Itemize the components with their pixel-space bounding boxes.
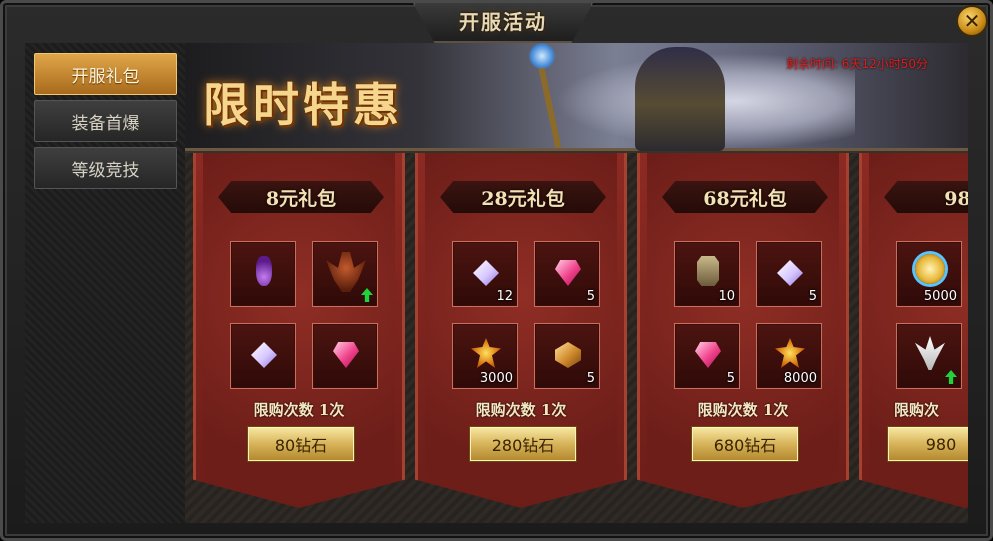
title-plate: 开服活动 [413,3,593,43]
item-slot[interactable] [312,323,378,389]
pack-title: 8元礼包 [265,187,337,210]
countdown-text: 剩余时间: 6天12小时50分 [785,57,928,71]
white-gem-icon [777,260,803,286]
demon-wings-icon [326,252,366,292]
white-gem-icon [473,260,499,286]
buy-button[interactable]: 280钻石 [470,427,576,461]
item-count: 5 [586,371,595,386]
pack-card: 68元礼包 10 5 5 8000 限购次数 1次 680钻石 [637,153,849,508]
item-slot[interactable]: 8000 [756,323,822,389]
activity-window: 开服活动 ✕ 开服礼包 装备首爆 等级竞技 限时特惠 剩余时间: 6天12小时5… [0,0,993,541]
purchase-limit: 限购次数 1次 [697,401,789,419]
pack-card: 98元 5000 限购次 980 [859,153,968,508]
item-slot[interactable] [230,323,296,389]
item-count: 5 [726,371,735,386]
item-slot[interactable]: 5 [756,241,822,307]
window-title: 开服活动 [459,9,547,34]
sidebar: 开服礼包 装备首爆 等级竞技 [25,43,185,523]
item-slot[interactable]: 3000 [452,323,518,389]
amber-crystal-icon [555,342,581,368]
item-slot[interactable]: 10 [674,241,740,307]
pack-title-bar: 28元礼包 [440,181,606,213]
hero-art [635,47,725,151]
item-count: 5 [586,289,595,304]
pack-card: 28元礼包 12 5 3000 5 限购次数 1次 280钻石 [415,153,627,508]
medal-icon [471,338,501,368]
item-count: 5000 [923,289,957,304]
pack-card: 8元礼包 限购次数 1次 80钻石 [193,153,405,508]
medal-icon [775,338,805,368]
item-slot[interactable] [230,241,296,307]
tab-opening-gift[interactable]: 开服礼包 [34,53,177,95]
item-count: 10 [718,289,735,304]
tab-label: 等级竞技 [71,160,140,181]
item-slot[interactable] [896,323,962,389]
pack-title: 28元礼包 [481,187,565,210]
banner-title: 限时特惠 [203,78,403,132]
buy-button[interactable]: 680钻石 [692,427,798,461]
item-count: 12 [496,289,513,304]
orb-art [529,43,555,69]
item-slot[interactable]: 12 [452,241,518,307]
item-slot[interactable]: 5 [674,323,740,389]
stone-icon [697,256,719,286]
angel-wings-icon [915,336,945,370]
tab-equipment-drop[interactable]: 装备首爆 [34,100,177,142]
pack-title-bar: 98元 [884,181,968,213]
content-panel: 限时特惠 剩余时间: 6天12小时50分 8元礼包 限购次数 1次 80钻石 2… [185,43,968,523]
packs-area: 8元礼包 限购次数 1次 80钻石 28元礼包 12 5 3000 5 限购次数… [185,153,968,523]
item-count: 3000 [479,371,513,386]
close-icon: ✕ [963,9,981,33]
upgrade-arrow-icon [945,370,957,384]
item-slot[interactable]: 5 [534,241,600,307]
tab-level-contest[interactable]: 等级竞技 [34,147,177,189]
pack-title-bar: 68元礼包 [662,181,828,213]
pack-title: 98元 [944,187,968,210]
white-gem-icon [251,342,277,368]
promo-banner: 限时特惠 剩余时间: 6天12小时50分 [185,43,968,151]
item-slot[interactable] [312,241,378,307]
upgrade-arrow-icon [361,288,373,302]
close-button[interactable]: ✕ [956,5,988,37]
pack-title: 68元礼包 [703,187,787,210]
buy-button[interactable]: 980 [888,427,968,461]
purchase-limit: 限购次 [894,401,940,419]
item-count: 8000 [783,371,817,386]
tab-label: 装备首爆 [71,113,140,134]
pink-gem-icon [555,260,581,286]
coin-icon [915,254,945,284]
buy-button[interactable]: 80钻石 [248,427,354,461]
purchase-limit: 限购次数 1次 [475,401,567,419]
pack-title-bar: 8元礼包 [218,181,384,213]
purchase-limit: 限购次数 1次 [253,401,345,419]
item-slot[interactable]: 5 [534,323,600,389]
pink-gem-icon [695,342,721,368]
item-count: 5 [808,289,817,304]
tab-label: 开服礼包 [71,66,140,87]
pink-gem-icon [333,342,359,368]
item-slot[interactable]: 5000 [896,241,962,307]
potion-icon [256,256,272,286]
